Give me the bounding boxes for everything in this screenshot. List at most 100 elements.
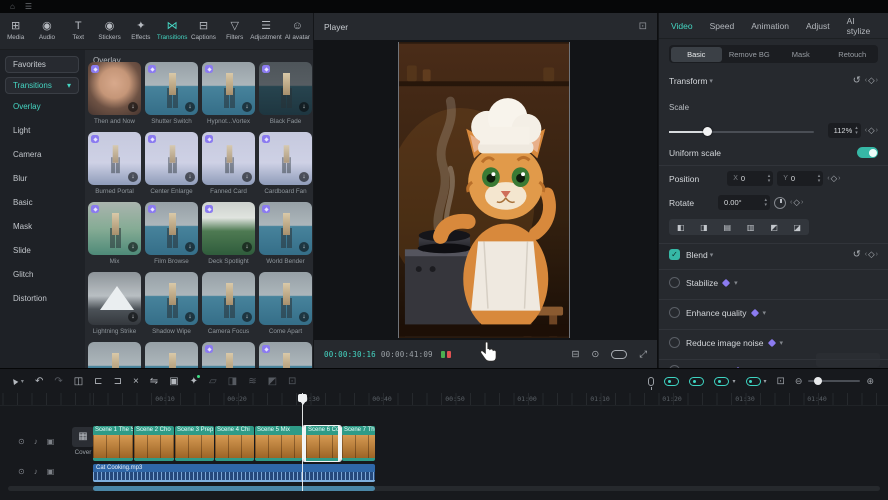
preview-canvas[interactable]	[314, 40, 657, 340]
transition-item[interactable]: ↓ Hypnot...Vortex	[202, 62, 255, 125]
align-center-icon[interactable]: ◩	[770, 223, 778, 232]
audio-tool-icon[interactable]: ◨	[228, 376, 237, 387]
playhead-handle[interactable]	[298, 394, 307, 402]
download-icon[interactable]: ↓	[299, 172, 309, 182]
download-icon[interactable]: ↓	[128, 242, 138, 252]
sidebar-item-basic[interactable]: Basic	[13, 198, 33, 207]
screen-tool-icon[interactable]: ⊡	[288, 376, 296, 387]
download-icon[interactable]: ↓	[299, 312, 309, 322]
wave-tool-icon[interactable]: ≋	[248, 376, 256, 387]
linking-icon[interactable]	[714, 377, 729, 386]
sidebar-item-light[interactable]: Light	[13, 126, 30, 135]
reset-transform-icon[interactable]: ↺	[853, 75, 861, 86]
magnetic-track-icon[interactable]	[689, 377, 704, 386]
tab-speed[interactable]: Speed	[710, 21, 735, 31]
redo-icon[interactable]: ↷	[54, 376, 62, 387]
transition-item[interactable]: ↓ Camera Focus	[202, 272, 255, 335]
home-icon[interactable]: ⌂	[10, 2, 15, 11]
download-icon[interactable]: ↓	[299, 102, 309, 112]
sidebar-item-blur[interactable]: Blur	[13, 174, 27, 183]
zoom-out-icon[interactable]: ⊖	[795, 376, 803, 387]
snapshot-icon[interactable]: ⊙	[591, 349, 599, 360]
flip-horizontal-icon[interactable]: ◧	[677, 223, 685, 232]
tab-video[interactable]: Video	[671, 21, 693, 31]
keyframe-track-icon[interactable]	[664, 377, 679, 386]
overlay-tool-icon[interactable]: ▱	[209, 376, 217, 387]
rotate-value-input[interactable]: 0.00° ▴▾	[718, 195, 770, 210]
sidebar-item-slide[interactable]: Slide	[13, 246, 31, 255]
fit-icon[interactable]: ◪	[794, 223, 802, 232]
timeline-ruler[interactable]: 00:10 00:20 00:30 00:40 00:50 01:00 01:1…	[0, 393, 888, 406]
sidebar-item-mask[interactable]: Mask	[13, 222, 32, 231]
uniform-scale-toggle[interactable]	[857, 147, 878, 158]
transition-item[interactable]: ↓ Mix	[88, 202, 141, 265]
tab-adjust[interactable]: Adjust	[806, 21, 830, 31]
transform-header[interactable]: Transform ▾ ↺ ‹◇›	[669, 75, 878, 86]
download-icon[interactable]: ↓	[185, 242, 195, 252]
subtab-basic[interactable]: Basic	[671, 47, 723, 62]
mirror-preview-icon[interactable]: ⊟	[571, 349, 579, 360]
tab-text[interactable]: TText	[63, 13, 94, 49]
blend-checkbox[interactable]: ✓	[669, 249, 680, 260]
sidebar-item-glitch[interactable]: Glitch	[13, 270, 33, 279]
timeline-zoom-slider[interactable]	[808, 380, 860, 382]
preview-axis-icon[interactable]	[746, 377, 761, 386]
split-icon[interactable]: ◫	[74, 376, 83, 387]
transition-item[interactable]: ↓ Deck Spotlight	[202, 202, 255, 265]
timeline-clip[interactable]: Scene 1 The S	[93, 426, 133, 461]
timeline-clip[interactable]: Scene 7 The	[342, 426, 375, 461]
rotate-dial[interactable]	[774, 197, 786, 209]
tab-filters[interactable]: ▽Filters	[219, 13, 250, 49]
reduce-noise-checkbox[interactable]	[669, 337, 680, 348]
cover-button[interactable]: ▦	[72, 427, 94, 447]
tab-media[interactable]: ⊞Media	[0, 13, 31, 49]
position-y-input[interactable]: Y0 ▴▾	[777, 171, 823, 186]
trim-right-icon[interactable]: ⊐	[114, 376, 122, 387]
track-height-icon[interactable]: ⊡	[777, 376, 785, 387]
mute-track-icon[interactable]: ♪	[34, 437, 38, 446]
keyframe-icon[interactable]: ◇	[831, 173, 838, 184]
keyframe-icon[interactable]: ◇	[868, 75, 875, 86]
download-icon[interactable]: ↓	[128, 312, 138, 322]
crop-icon[interactable]: ▣	[169, 376, 178, 387]
tab-effects[interactable]: ✦Effects	[125, 13, 156, 49]
subtab-mask[interactable]: Mask	[775, 47, 827, 62]
transition-item[interactable]: ↓ Come Apart	[259, 272, 312, 335]
transition-item[interactable]	[145, 342, 198, 368]
timeline-clip-selected[interactable]: Scene 6 Coo	[303, 426, 341, 461]
playhead[interactable]	[302, 393, 303, 491]
sidebar-item-overlay[interactable]: Overlay	[13, 102, 41, 111]
timeline-clip[interactable]: Scene 3 Prep	[175, 426, 214, 461]
transition-item[interactable]: ↓ Fanned Card	[202, 132, 255, 195]
reset-blend-icon[interactable]: ↺	[853, 249, 861, 260]
lock-track-icon[interactable]: ▣	[47, 437, 55, 446]
transition-item[interactable]: ↓ Then and Now	[88, 62, 141, 125]
display-settings-icon[interactable]: ⊡	[639, 21, 647, 32]
transition-item[interactable]	[259, 342, 312, 368]
undo-icon[interactable]: ↶	[35, 376, 43, 387]
transition-item[interactable]: ↓ Burned Portal	[88, 132, 141, 195]
stabilize-checkbox[interactable]	[669, 277, 680, 288]
keyframe-icon[interactable]: ◇	[793, 197, 800, 208]
mute-track-icon[interactable]: ♪	[34, 467, 38, 476]
timeline-clip[interactable]: Scene 5 Mix	[255, 426, 302, 461]
keyframe-icon[interactable]: ◇	[868, 125, 875, 136]
lock-track-icon[interactable]: ▣	[47, 467, 55, 476]
download-icon[interactable]: ↓	[242, 312, 252, 322]
stepper-down-icon[interactable]: ▾	[855, 131, 858, 136]
flip-vertical-icon[interactable]: ◨	[700, 223, 708, 232]
fullscreen-icon[interactable]: ⤢	[639, 349, 647, 360]
download-icon[interactable]: ↓	[242, 172, 252, 182]
download-icon[interactable]: ↓	[128, 102, 138, 112]
rotate-left-icon[interactable]: ▤	[724, 223, 732, 232]
download-icon[interactable]: ↓	[299, 242, 309, 252]
download-icon[interactable]: ↓	[128, 172, 138, 182]
transition-item[interactable]: ↓ Shadow Wipe	[145, 272, 198, 335]
subtab-remove-bg[interactable]: Remove BG	[724, 47, 776, 62]
mask-tool-icon[interactable]: ◩	[268, 376, 277, 387]
transition-item[interactable]	[88, 342, 141, 368]
sidebar-favorites[interactable]: Favorites	[5, 56, 79, 73]
delete-icon[interactable]: ×	[133, 376, 139, 387]
download-icon[interactable]: ↓	[185, 312, 195, 322]
download-icon[interactable]: ↓	[242, 102, 252, 112]
